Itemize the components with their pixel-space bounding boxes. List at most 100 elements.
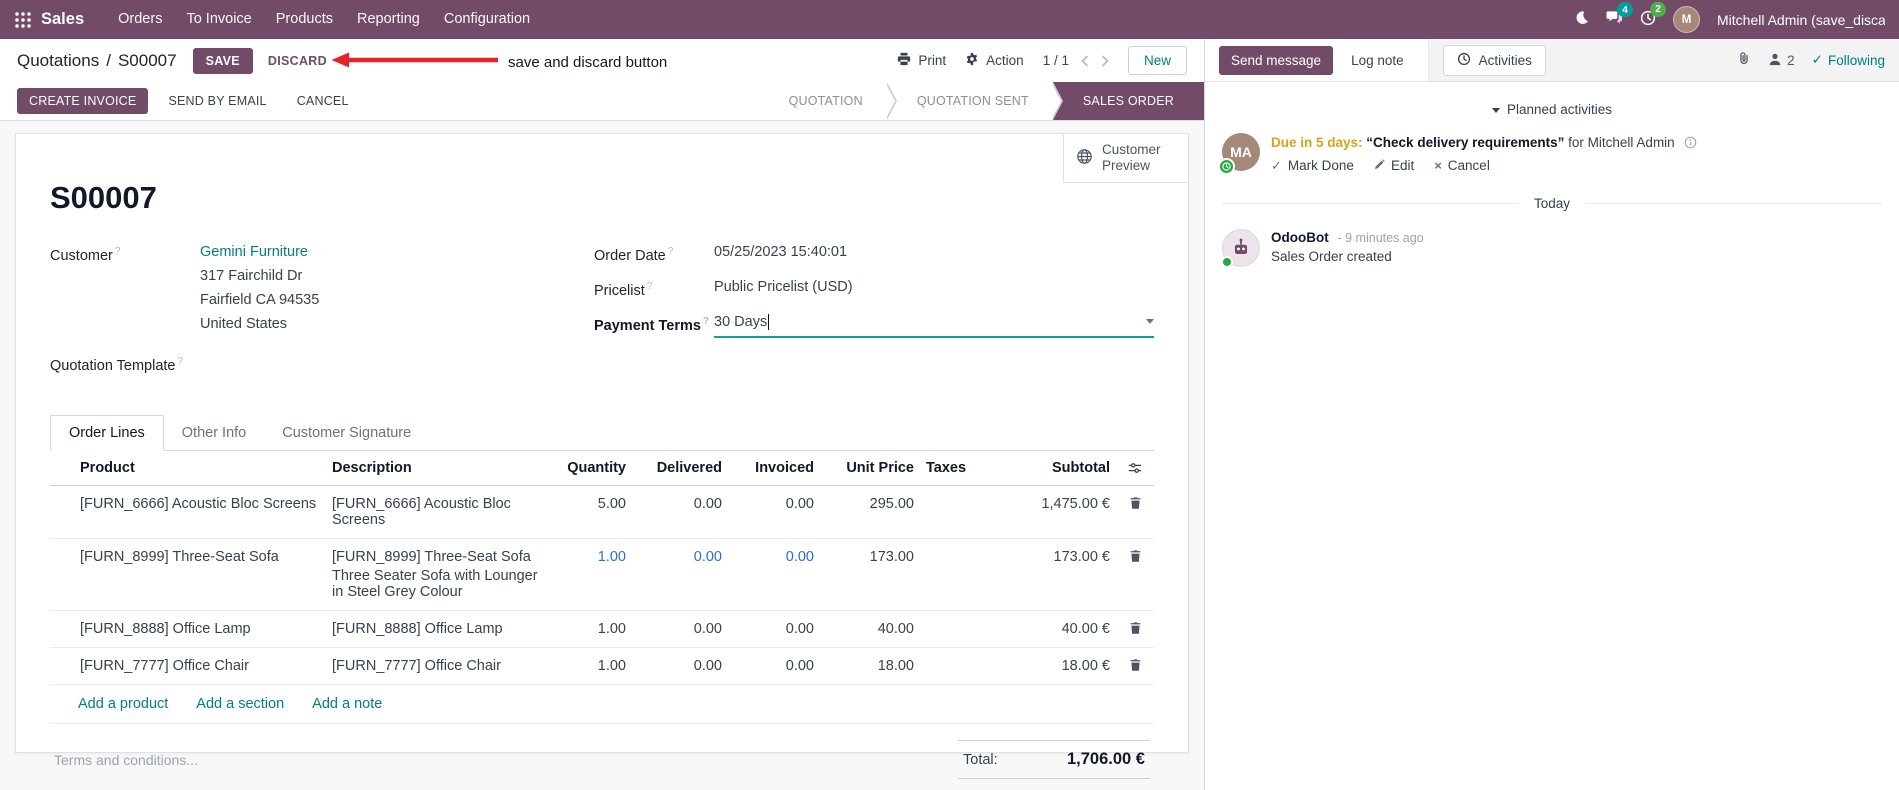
mark-done-button[interactable]: ✓ Mark Done — [1271, 158, 1354, 174]
menu-to-invoice[interactable]: To Invoice — [174, 0, 263, 39]
form-view: Customer Preview S00007 Customer? Gemini… — [0, 121, 1204, 790]
trash-icon[interactable] — [1122, 658, 1148, 672]
user-name[interactable]: Mitchell Admin (save_discar — [1717, 12, 1885, 28]
table-footer-links: Add a product Add a section Add a note — [50, 685, 1154, 724]
cell-quantity[interactable]: 1.00 — [544, 610, 632, 648]
cell-unit-price[interactable]: 295.00 — [820, 485, 920, 539]
systray: 4 2 M Mitchell Admin (save_discar — [1574, 1, 1885, 33]
breadcrumb-quotations[interactable]: Quotations — [17, 51, 99, 71]
menu-orders[interactable]: Orders — [106, 0, 174, 39]
cell-unit-price[interactable]: 40.00 — [820, 610, 920, 648]
app-name[interactable]: Sales — [41, 10, 84, 29]
followers-button[interactable]: 2 — [1768, 52, 1795, 69]
order-line-row[interactable]: [FURN_8999] Three-Seat Sofa [FURN_8999] … — [50, 538, 1154, 611]
user-menu-button[interactable]: M — [1673, 6, 1700, 33]
action-button[interactable]: Action — [965, 52, 1024, 69]
order-line-row[interactable]: [FURN_6666] Acoustic Bloc Screens [FURN_… — [50, 485, 1154, 539]
cell-description[interactable]: [FURN_6666] Acoustic Bloc Screens — [326, 485, 544, 539]
cell-taxes[interactable] — [920, 647, 988, 685]
col-taxes[interactable]: Taxes — [920, 450, 988, 486]
trash-icon[interactable] — [1122, 496, 1148, 510]
cell-description[interactable]: [FURN_7777] Office Chair — [326, 647, 544, 685]
cancel-button[interactable]: CANCEL — [287, 88, 359, 114]
top-navbar: Sales Orders To Invoice Products Reporti… — [0, 0, 1899, 39]
col-invoiced[interactable]: Invoiced — [728, 450, 820, 486]
statusbar-step-quotation[interactable]: QUOTATION — [758, 82, 898, 120]
trash-icon[interactable] — [1122, 621, 1148, 635]
add-a-product-link[interactable]: Add a product — [78, 696, 168, 712]
cell-taxes[interactable] — [920, 538, 988, 611]
print-button[interactable]: Print — [897, 52, 946, 69]
statusbar-step-sales-order[interactable]: SALES ORDER — [1052, 82, 1204, 120]
cell-description[interactable]: [FURN_8999] Three-Seat Sofa Three Seater… — [326, 538, 544, 611]
tab-order-lines[interactable]: Order Lines — [50, 414, 164, 451]
cancel-activity-button[interactable]: × Cancel — [1434, 158, 1490, 174]
menu-reporting[interactable]: Reporting — [345, 0, 432, 39]
info-icon[interactable] — [1684, 136, 1697, 149]
following-button[interactable]: ✓ Following — [1812, 52, 1885, 68]
messages-button[interactable]: 4 — [1606, 2, 1633, 29]
col-delivered[interactable]: Delivered — [632, 450, 728, 486]
chevron-down-icon[interactable] — [1146, 319, 1154, 325]
order-lines-table: Product Description Quantity Delivered I… — [50, 450, 1154, 685]
cell-product[interactable]: [FURN_8888] Office Lamp — [74, 610, 326, 648]
add-a-section-link[interactable]: Add a section — [196, 696, 284, 712]
log-note-button[interactable]: Log note — [1339, 46, 1416, 75]
activities-tab-button[interactable]: Activities — [1442, 44, 1546, 76]
statusbar-step-quotation-sent[interactable]: QUOTATION SENT — [886, 82, 1063, 120]
menu-products[interactable]: Products — [264, 0, 345, 39]
col-subtotal[interactable]: Subtotal — [988, 450, 1116, 486]
create-invoice-button[interactable]: CREATE INVOICE — [17, 88, 149, 114]
cell-product[interactable]: [FURN_8999] Three-Seat Sofa — [74, 538, 326, 611]
col-product[interactable]: Product — [74, 450, 326, 486]
add-a-note-link[interactable]: Add a note — [312, 696, 382, 712]
help-icon: ? — [114, 246, 121, 257]
message-item: OdooBot - 9 minutes ago Sales Order crea… — [1205, 228, 1899, 268]
apps-menu-button[interactable] — [14, 11, 31, 28]
col-quantity[interactable]: Quantity — [544, 450, 632, 486]
optional-columns-icon[interactable] — [1116, 450, 1154, 486]
dark-mode-button[interactable] — [1574, 10, 1589, 29]
cell-taxes[interactable] — [920, 610, 988, 648]
pricelist-field[interactable]: Public Pricelist (USD) — [714, 275, 1154, 299]
order-line-row[interactable]: [FURN_7777] Office Chair [FURN_7777] Off… — [50, 647, 1154, 685]
payment-terms-field[interactable]: 30 Days — [714, 310, 1154, 338]
x-icon: × — [1434, 158, 1442, 174]
message-author[interactable]: OdooBot — [1271, 230, 1329, 245]
cell-description[interactable]: [FURN_8888] Office Lamp — [326, 610, 544, 648]
cell-taxes[interactable] — [920, 485, 988, 539]
pager-next-icon[interactable] — [1101, 54, 1109, 67]
pager-previous-icon[interactable] — [1081, 54, 1089, 67]
col-description[interactable]: Description — [326, 450, 544, 486]
edit-activity-button[interactable]: Edit — [1374, 158, 1414, 174]
cell-quantity[interactable]: 1.00 — [544, 538, 632, 611]
cell-unit-price[interactable]: 173.00 — [820, 538, 920, 611]
tab-other-info[interactable]: Other Info — [164, 415, 264, 451]
cell-quantity[interactable]: 5.00 — [544, 485, 632, 539]
col-unit-price[interactable]: Unit Price — [820, 450, 920, 486]
tab-customer-signature[interactable]: Customer Signature — [264, 415, 429, 451]
terms-and-conditions-placeholder[interactable]: Terms and conditions... — [54, 740, 198, 779]
cell-product[interactable]: [FURN_6666] Acoustic Bloc Screens — [74, 485, 326, 539]
customer-link[interactable]: Gemini Furniture — [200, 244, 308, 260]
cell-delivered: 0.00 — [632, 610, 728, 648]
trash-icon[interactable] — [1122, 549, 1148, 563]
send-message-button[interactable]: Send message — [1219, 45, 1334, 75]
activities-tray-button[interactable]: 2 — [1640, 1, 1666, 30]
cell-product[interactable]: [FURN_7777] Office Chair — [74, 647, 326, 685]
cell-quantity[interactable]: 1.00 — [544, 647, 632, 685]
customer-preview-button[interactable]: Customer Preview — [1063, 134, 1188, 184]
save-button[interactable]: SAVE — [192, 47, 253, 74]
order-date-field[interactable]: 05/25/2023 15:40:01 — [714, 240, 1154, 264]
planned-activities-header[interactable]: Planned activities — [1205, 102, 1899, 117]
new-button[interactable]: New — [1127, 46, 1187, 75]
message-body: Sales Order created — [1271, 249, 1392, 265]
send-by-email-button[interactable]: SEND BY EMAIL — [158, 88, 276, 114]
attachments-button[interactable] — [1737, 51, 1751, 70]
record-title: S00007 — [50, 180, 157, 215]
activity-due: Due in 5 days: — [1271, 135, 1363, 150]
order-line-row[interactable]: [FURN_8888] Office Lamp [FURN_8888] Offi… — [50, 610, 1154, 648]
menu-configuration[interactable]: Configuration — [432, 0, 542, 39]
discard-button[interactable]: DISCARD — [257, 48, 338, 74]
cell-unit-price[interactable]: 18.00 — [820, 647, 920, 685]
